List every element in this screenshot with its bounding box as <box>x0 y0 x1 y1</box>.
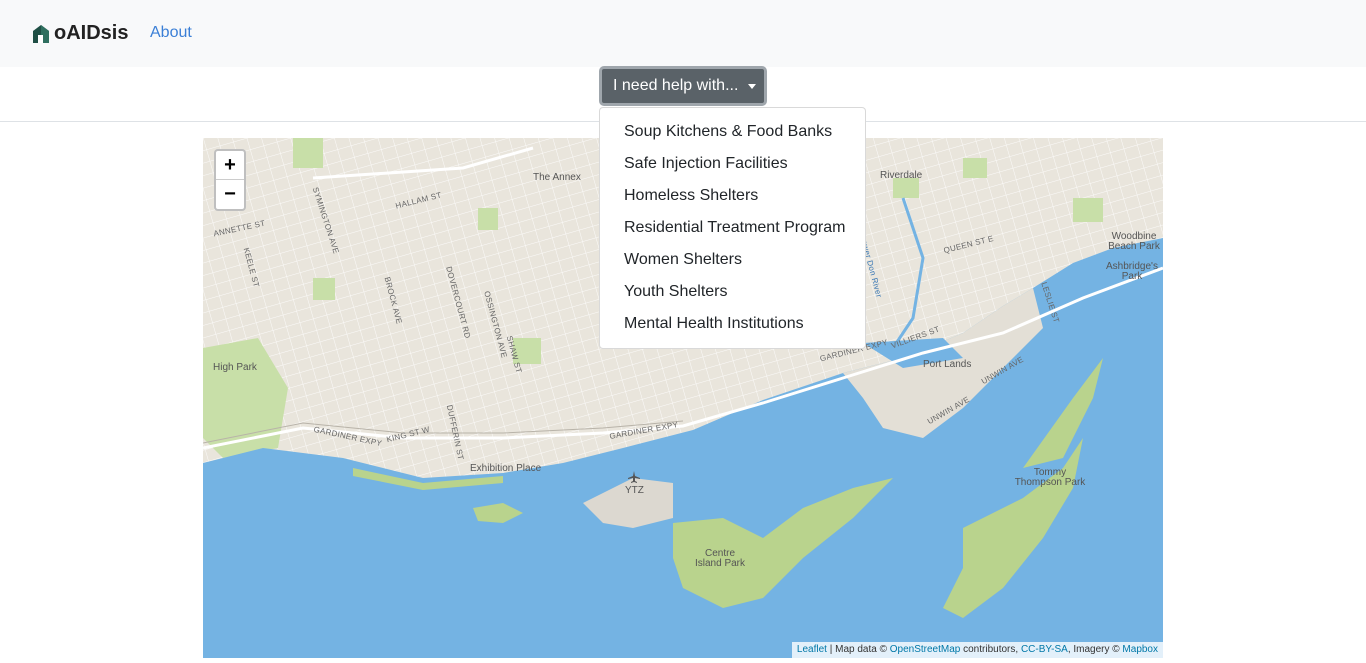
map-label-port-lands: Port Lands <box>923 359 972 370</box>
dropdown-item-youth-shelters[interactable]: Youth Shelters <box>600 276 865 308</box>
dropdown-item-safe-injection[interactable]: Safe Injection Facilities <box>600 148 865 180</box>
brand-link[interactable]: oAIDsis <box>32 22 128 45</box>
map-label-high-park: High Park <box>213 362 257 373</box>
map-attribution: Leaflet | Map data © OpenStreetMap contr… <box>791 642 1163 658</box>
openstreetmap-link[interactable]: OpenStreetMap <box>890 644 961 655</box>
navbar: oAIDsis About <box>0 0 1366 67</box>
map-label-woodbine: Woodbine Beach Park <box>1108 231 1160 252</box>
map-label-exhibition: Exhibition Place <box>470 463 542 474</box>
attribution-text-1: | Map data © <box>826 644 890 655</box>
caret-down-icon <box>748 83 757 89</box>
dropdown-item-mental-health[interactable]: Mental Health Institutions <box>600 308 865 340</box>
dropdown-item-homeless-shelters[interactable]: Homeless Shelters <box>600 180 865 212</box>
zoom-in-button[interactable]: + <box>216 151 244 180</box>
help-dropdown-menu: Soup Kitchens & Food Banks Safe Injectio… <box>599 107 866 349</box>
attribution-text-3: , Imagery © <box>1067 644 1123 655</box>
brand-name: oAIDsis <box>54 22 129 44</box>
map-label-tommy-thompson: Tommy Thompson Park <box>1014 467 1086 488</box>
house-logo-icon <box>33 24 49 43</box>
dropdown-item-residential-treatment[interactable]: Residential Treatment Program <box>600 212 865 244</box>
map-label-riverdale: Riverdale <box>880 170 923 181</box>
map-label-ytz: YTZ <box>625 485 644 496</box>
help-dropdown-toggle[interactable]: I need help with... <box>599 66 767 106</box>
map-label-ashbridge: Ashbridge's Park <box>1106 261 1158 282</box>
nav-about-link[interactable]: About <box>150 24 192 42</box>
airport-icon <box>628 471 640 483</box>
map-label-annex: The Annex <box>533 172 581 183</box>
zoom-out-button[interactable]: − <box>216 180 244 209</box>
help-dropdown-label: I need help with... <box>613 77 739 94</box>
mapbox-link[interactable]: Mapbox <box>1122 644 1158 655</box>
attribution-text-2: contributors, <box>960 644 1021 655</box>
leaflet-link[interactable]: Leaflet <box>797 644 827 655</box>
dropdown-item-women-shelters[interactable]: Women Shelters <box>600 244 865 276</box>
dropdown-item-soup-kitchens[interactable]: Soup Kitchens & Food Banks <box>600 116 865 148</box>
map-label-centre-island: Centre Island Park <box>694 548 746 569</box>
zoom-control: + − <box>214 149 246 211</box>
cc-by-sa-link[interactable]: CC-BY-SA <box>1021 644 1068 655</box>
